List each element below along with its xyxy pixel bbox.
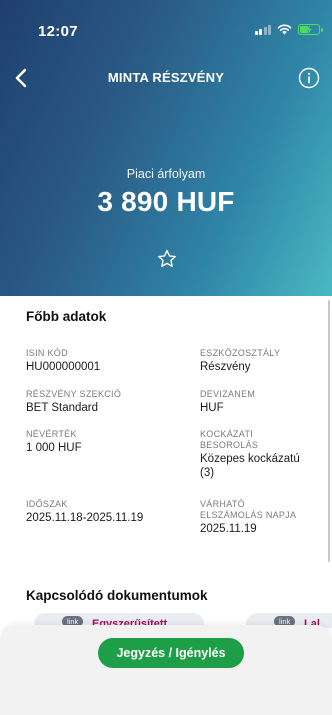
page-title: MINTA RÉSZVÉNY — [107, 70, 225, 85]
price-label: Piaci árfolyam — [126, 167, 206, 181]
field-value: BET Standard — [26, 402, 99, 414]
price-value: 3 890 HUF — [97, 186, 235, 217]
field-share-section: RÉSZVÉNY SZEKCIÓ BET Standard — [26, 389, 121, 415]
bottom-action-sheet: Jegyzés / Igénylés — [0, 625, 332, 715]
field-label: RÉSZVÉNY SZEKCIÓ — [26, 389, 122, 399]
field-risk-class: KOCKÁZATI BESOROLÁS Közepes kockázatú (3… — [200, 429, 300, 480]
field-value: 2025.11.19 — [200, 523, 257, 535]
star-outline-icon[interactable] — [156, 248, 178, 270]
wifi-icon — [277, 24, 292, 35]
field-label: IDŐSZAK — [26, 499, 68, 509]
status-icons — [254, 24, 323, 35]
signal-icon — [254, 24, 271, 35]
field-value-line2: (3) — [200, 467, 215, 479]
field-value: HUF — [200, 402, 224, 414]
field-isin: ISIN KÓD HU000000001 — [26, 348, 100, 374]
field-nominal-value: NÉVÉRTÉK 1 000 HUF — [26, 429, 82, 455]
field-label: NÉVÉRTÉK — [26, 429, 77, 439]
field-label: ESZKÖZOSZTÁLY — [200, 348, 281, 358]
field-label: DEVIZANEM — [200, 389, 256, 399]
status-time: 12:07 — [38, 23, 78, 40]
field-label-line2: BESOROLÁS — [200, 440, 259, 450]
battery-charging-icon — [298, 24, 323, 35]
field-label-line1: KOCKÁZATI — [200, 429, 254, 439]
section-title-main-data: Főbb adatok — [26, 309, 107, 324]
subscribe-button[interactable]: Jegyzés / Igénylés — [98, 638, 244, 668]
status-bar: 12:07 — [0, 0, 332, 44]
field-settlement-date: VÁRHATÓ ELSZÁMOLÁS NAPJA 2025.11.19 — [200, 499, 296, 536]
back-chevron-icon[interactable] — [10, 66, 34, 90]
field-value: HU000000001 — [26, 361, 101, 373]
field-value: 2025.11.18-2025.11.19 — [26, 512, 144, 524]
field-label-line1: VÁRHATÓ — [200, 499, 245, 509]
hero-header: 12:07 MINTA RÉSZVÉNY Piaci árfolyam 3 89… — [0, 0, 332, 296]
field-currency: DEVIZANEM HUF — [200, 389, 255, 415]
field-value: Részvény — [200, 361, 251, 373]
field-label: ISIN KÓD — [26, 348, 68, 358]
field-label-line2: ELSZÁMOLÁS NAPJA — [200, 510, 297, 520]
field-period: IDŐSZAK 2025.11.18-2025.11.19 — [26, 499, 143, 525]
info-icon[interactable] — [298, 67, 320, 89]
main-data-section: Főbb adatok ISIN KÓD HU000000001 ESZKÖZO… — [0, 296, 332, 603]
field-value: 1 000 HUF — [26, 442, 82, 454]
scrollbar[interactable] — [328, 300, 330, 562]
section-title-documents: Kapcsolódó dokumentumok — [26, 588, 208, 603]
field-asset-class: ESZKÖZOSZTÁLY Részvény — [200, 348, 280, 374]
field-value-line1: Közepes kockázatú — [200, 453, 300, 465]
